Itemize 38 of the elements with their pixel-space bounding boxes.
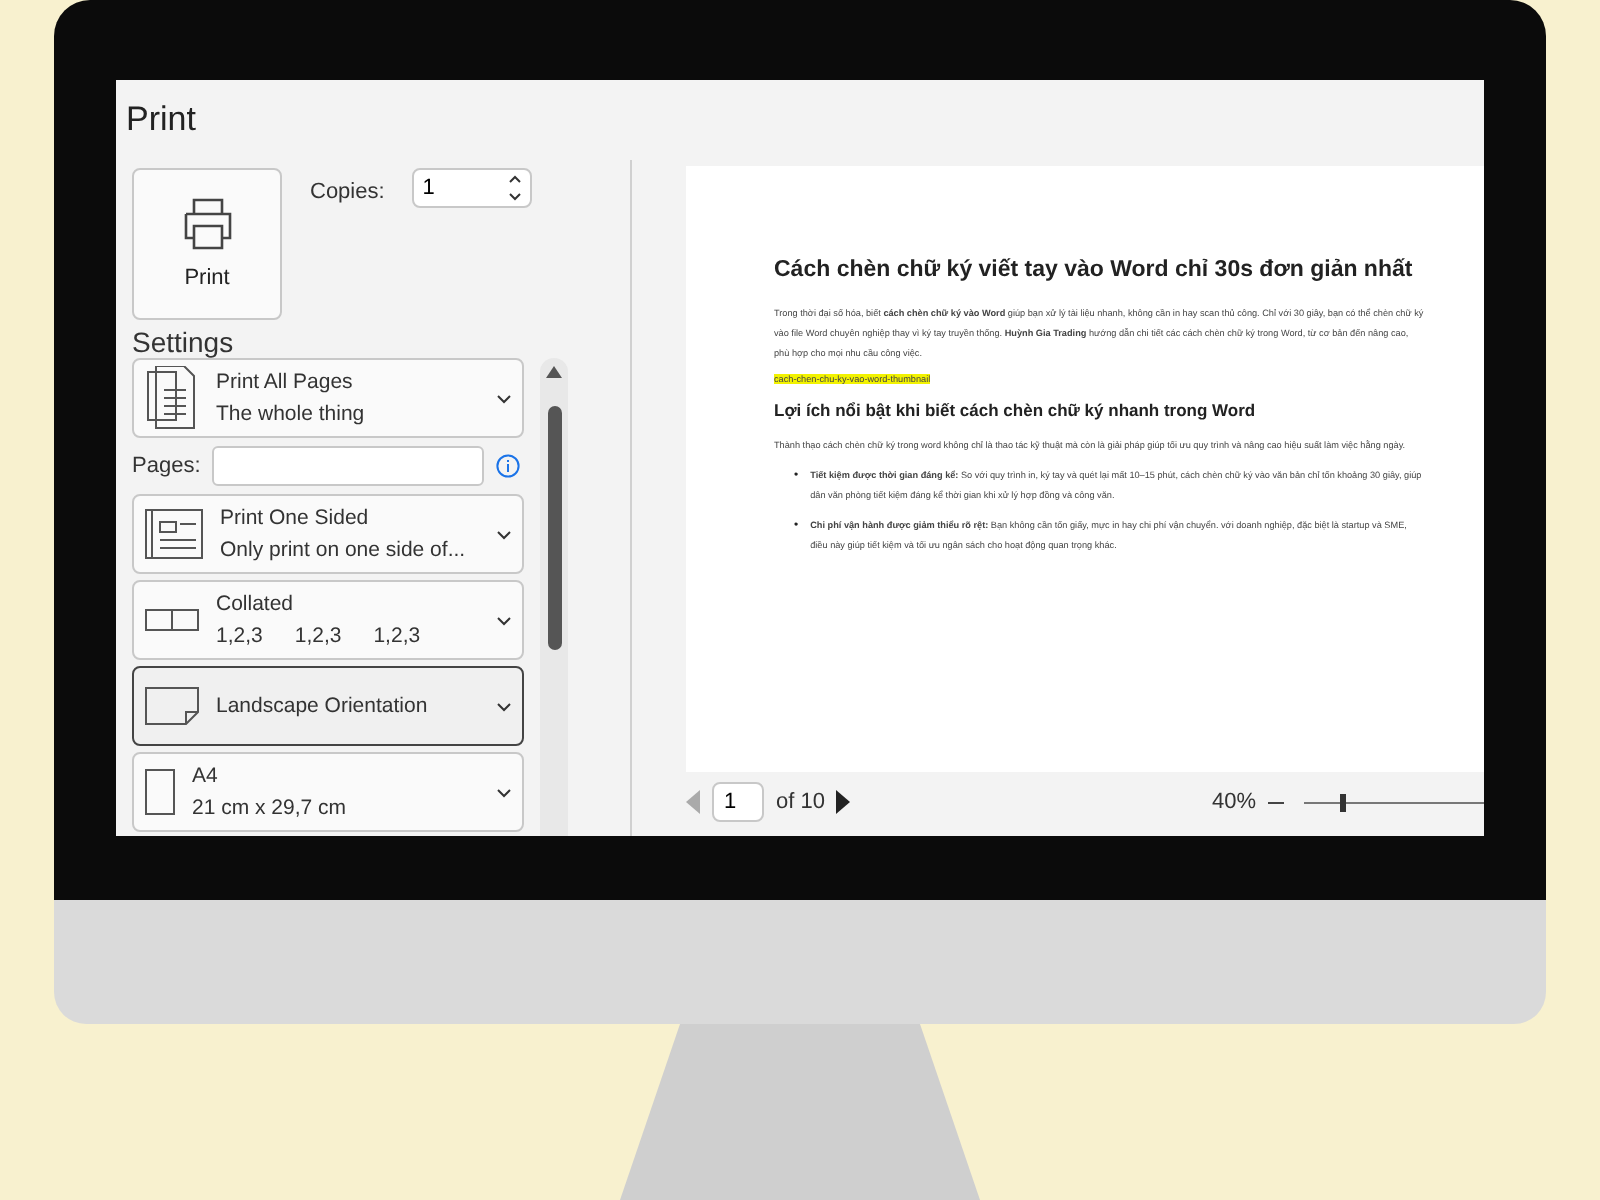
scroll-up-icon[interactable] bbox=[546, 366, 562, 378]
document-heading: Cách chèn chữ ký viết tay vào Word chỉ 30s đơn giản nhất bbox=[774, 258, 1415, 282]
one-sided-page-icon bbox=[144, 508, 204, 560]
info-icon bbox=[496, 454, 521, 478]
collation-order: 1,2,3 bbox=[373, 624, 421, 648]
collation-order: 1,2,3 bbox=[294, 624, 342, 648]
page-count: of 10 bbox=[776, 790, 825, 814]
landscape-page-icon bbox=[144, 686, 200, 726]
printer-icon bbox=[179, 198, 235, 250]
pages-icon bbox=[144, 366, 200, 430]
copies-spinner[interactable]: 1 bbox=[412, 168, 533, 208]
next-page-icon[interactable] bbox=[836, 790, 851, 814]
zoom-slider-thumb[interactable] bbox=[1340, 793, 1346, 811]
copies-label: Copies: bbox=[310, 180, 385, 208]
pages-label: Pages: bbox=[132, 454, 201, 478]
pages-input[interactable] bbox=[212, 446, 485, 486]
chevron-down-icon bbox=[496, 529, 512, 539]
window-title: Print bbox=[124, 98, 198, 142]
page-number-field[interactable]: 1 bbox=[712, 782, 764, 822]
settings-dropdown[interactable]: Collated 1,2,3 1,2,3 1,2,3 bbox=[132, 580, 524, 660]
settings-dropdown[interactable]: Print All Pages The whole thing bbox=[132, 358, 524, 438]
zoom-percentage: 40% bbox=[1211, 790, 1256, 814]
chevron-down-icon bbox=[496, 701, 512, 711]
chevron-down-icon bbox=[496, 615, 512, 625]
collated-pages-icon bbox=[144, 608, 200, 632]
chevron-down-icon bbox=[496, 393, 512, 403]
chevron-down-icon bbox=[496, 787, 512, 797]
spinner-arrows-icon bbox=[508, 174, 523, 202]
print-button[interactable]: Print bbox=[132, 168, 282, 320]
settings-dropdown[interactable]: Print One Sided Only print on one side of... bbox=[132, 494, 524, 574]
zoom-out-icon[interactable] bbox=[1268, 799, 1284, 805]
paper-size-icon bbox=[144, 768, 176, 816]
collation-order: 1,2,3 bbox=[216, 624, 263, 648]
settings-heading: Settings bbox=[132, 326, 236, 358]
document-subheading: Lợi ích nổi bật khi biết cách chèn chữ ký nhanh trong Word bbox=[774, 400, 1258, 420]
settings-dropdown[interactable]: A4 21 cm x 29,7 cm bbox=[132, 752, 524, 832]
settings-dropdown[interactable]: Landscape Orientation bbox=[132, 666, 524, 746]
scrollbar[interactable] bbox=[540, 358, 568, 836]
